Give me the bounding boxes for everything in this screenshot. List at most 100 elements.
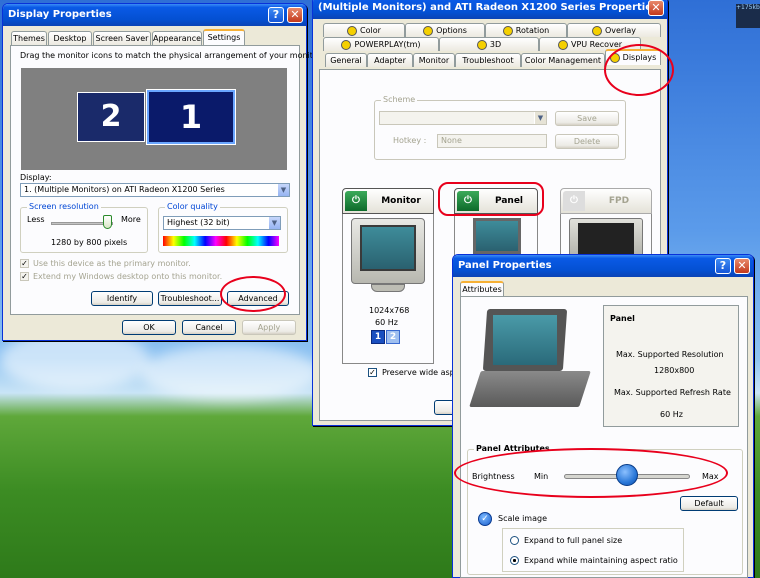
scale-options-box	[502, 528, 684, 572]
ati-logo-icon	[423, 25, 434, 36]
close-button[interactable]: ✕	[648, 0, 664, 16]
tab-monitor[interactable]: Monitor	[413, 53, 455, 67]
less-label: Less	[27, 215, 45, 224]
tab-screen-saver[interactable]: Screen Saver	[93, 31, 151, 45]
aspect-ratio-radio[interactable]	[510, 556, 519, 565]
chevron-down-icon: ▼	[277, 184, 289, 196]
help-button[interactable]: ?	[268, 7, 284, 23]
hotkey-field[interactable]: None	[437, 134, 547, 148]
save-button[interactable]: Save	[555, 111, 619, 126]
color-quality-select[interactable]: Highest (32 bit) ▼	[163, 216, 281, 230]
ati-properties-titlebar[interactable]: (Multiple Monitors) and ATI Radeon X1200…	[313, 0, 667, 19]
laptop-image	[473, 218, 521, 254]
close-button[interactable]: ✕	[287, 7, 303, 23]
primary-monitor-checkbox[interactable]: ✓	[20, 259, 29, 268]
ati-logo-icon	[502, 25, 513, 36]
color-caption: Color quality	[165, 202, 220, 211]
tab-color[interactable]: Color	[323, 23, 405, 37]
monitor-arrangement: 2 1	[21, 68, 287, 170]
annotation-displays-circle	[604, 44, 674, 96]
monitor-1-icon[interactable]: 1	[146, 89, 236, 145]
tab-attributes[interactable]: Attributes	[460, 281, 504, 297]
attributes-panel: Panel Max. Supported Resolution 1280x800…	[460, 296, 748, 578]
tab-troubleshoot[interactable]: Troubleshoot	[455, 53, 521, 67]
tray-label: +175kb	[736, 4, 760, 11]
tab-3d[interactable]: 3D	[439, 37, 539, 51]
tab-label: Options	[436, 26, 467, 35]
tab-desktop[interactable]: Desktop	[48, 31, 92, 45]
display-select[interactable]: 1. (Multiple Monitors) on ATI Radeon X12…	[20, 183, 290, 197]
crt-monitor-image	[351, 218, 425, 284]
display-properties-titlebar[interactable]: Display Properties ? ✕	[3, 4, 306, 26]
full-panel-label: Expand to full panel size	[524, 536, 623, 545]
cancel-button[interactable]: Cancel	[182, 320, 236, 335]
ati-logo-icon	[591, 25, 602, 36]
panel-info-title: Panel	[610, 314, 635, 323]
tab-adapter[interactable]: Adapter	[367, 53, 413, 67]
display-badge-2[interactable]: 2	[386, 330, 400, 344]
tab-label: Color Management	[524, 56, 602, 65]
resolution-slider-thumb[interactable]	[103, 215, 112, 229]
network-tray-graph: +175kb	[736, 4, 760, 28]
close-button[interactable]: ✕	[734, 258, 750, 274]
tab-color-management[interactable]: Color Management	[521, 53, 605, 67]
resolution-value: 1280 by 800 pixels	[51, 238, 128, 247]
tab-settings[interactable]: Settings	[203, 29, 245, 45]
window-title: (Multiple Monitors) and ATI Radeon X1200…	[318, 2, 658, 13]
scheme-select[interactable]: ▼	[379, 111, 547, 125]
tab-label: Rotation	[515, 26, 550, 35]
delete-button[interactable]: Delete	[555, 134, 619, 149]
max-resolution-label: Max. Supported Resolution	[616, 350, 724, 359]
preserve-aspect-checkbox[interactable]: ✓	[368, 368, 377, 377]
device-tab-fpd[interactable]: ⏻ FPD	[560, 188, 652, 214]
panel-properties-titlebar[interactable]: Panel Properties ? ✕	[453, 255, 753, 277]
tab-overlay[interactable]: Overlay	[567, 23, 661, 37]
tab-options[interactable]: Options	[405, 23, 485, 37]
panel-properties-window: Panel Properties ? ✕ Attributes Panel Ma…	[452, 254, 754, 578]
color-spectrum-bar	[163, 236, 279, 246]
ati-logo-icon	[341, 39, 352, 50]
tab-powerplay-tm-[interactable]: POWERPLAY(tm)	[323, 37, 439, 51]
scale-image-checkbox[interactable]: ✓	[478, 512, 492, 526]
max-resolution-value: 1280x800	[654, 366, 695, 375]
tab-label: VPU Recover	[570, 40, 623, 49]
annotation-advanced-circle	[220, 276, 286, 312]
monitor-2-icon[interactable]: 2	[77, 92, 145, 142]
hotkey-label: Hotkey :	[393, 136, 427, 145]
device-tab-monitor[interactable]: ⏻ Monitor	[342, 188, 434, 214]
troubleshoot-button[interactable]: Troubleshoot...	[158, 291, 222, 306]
scale-image-label: Scale image	[498, 514, 547, 523]
annotation-panel-circle	[438, 182, 544, 216]
ati-logo-icon	[347, 25, 358, 36]
max-refresh-value: 60 Hz	[660, 410, 683, 419]
monitor-resolution: 1024x768	[369, 306, 410, 315]
tab-appearance[interactable]: Appearance	[152, 31, 202, 45]
panel-info-box: Panel Max. Supported Resolution 1280x800…	[603, 305, 739, 427]
color-quality-value: Highest (32 bit)	[167, 218, 230, 227]
color-quality-group: Color quality Highest (32 bit) ▼	[158, 202, 288, 253]
resolution-caption: Screen resolution	[27, 202, 101, 211]
device-tab-label: Monitor	[381, 196, 421, 206]
help-button[interactable]: ?	[715, 258, 731, 274]
screen-resolution-group: Screen resolution Less More 1280 by 800 …	[20, 202, 148, 253]
tab-label: General	[330, 56, 362, 65]
monitor-device-card: 1024x768 60 Hz 1 2	[342, 214, 434, 364]
display-badge-1[interactable]: 1	[371, 330, 385, 344]
tab-general[interactable]: General	[325, 53, 367, 67]
default-button[interactable]: Default	[680, 496, 738, 511]
tab-rotation[interactable]: Rotation	[485, 23, 567, 37]
identify-button[interactable]: Identify	[91, 291, 153, 306]
tab-themes[interactable]: Themes	[11, 31, 47, 45]
crt-monitor-stand	[371, 284, 405, 292]
extend-desktop-checkbox[interactable]: ✓	[20, 272, 29, 281]
annotation-brightness-circle	[454, 448, 728, 498]
settings-panel: Drag the monitor icons to match the phys…	[10, 45, 328, 315]
aspect-ratio-label: Expand while maintaining aspect ratio	[524, 556, 678, 565]
ok-button[interactable]: OK	[122, 320, 176, 335]
full-panel-radio[interactable]	[510, 536, 519, 545]
apply-button[interactable]: Apply	[242, 320, 296, 335]
tab-label: 3D	[489, 40, 502, 49]
display-select-value: 1. (Multiple Monitors) on ATI Radeon X12…	[24, 185, 225, 194]
power-icon: ⏻	[563, 191, 585, 211]
display-label: Display:	[20, 173, 52, 182]
